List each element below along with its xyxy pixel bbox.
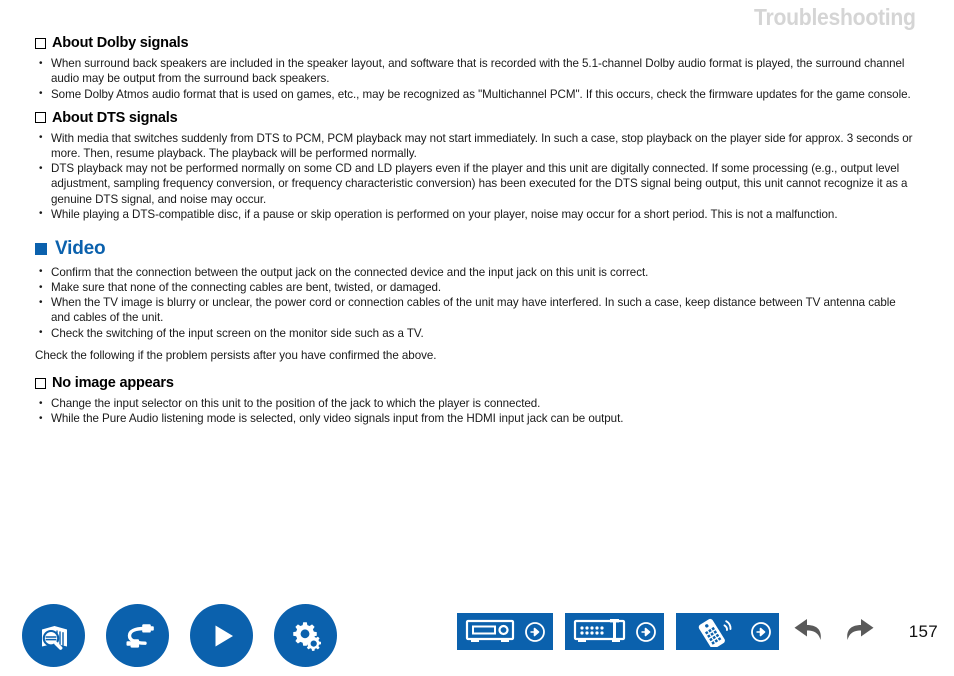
play-icon bbox=[202, 616, 242, 656]
list-item: When surround back speakers are included… bbox=[35, 56, 915, 86]
list-item: When the TV image is blurry or unclear, … bbox=[35, 295, 915, 325]
section-no-image-appears: No image appears Change the input select… bbox=[35, 374, 915, 427]
back-arrow-icon bbox=[787, 614, 827, 652]
book-search-icon bbox=[34, 616, 74, 656]
section-heading: No image appears bbox=[35, 374, 915, 392]
bullet-list: Confirm that the connection between the … bbox=[35, 264, 915, 341]
open-square-bullet-icon bbox=[35, 377, 46, 389]
cable-connections-icon bbox=[118, 616, 158, 656]
list-item: Check the switching of the input screen … bbox=[35, 325, 915, 341]
page-number: 157 bbox=[908, 622, 938, 641]
nav-front-panel-button[interactable] bbox=[457, 613, 553, 650]
open-square-bullet-icon bbox=[35, 112, 46, 124]
section-footnote: Check the following if the problem persi… bbox=[35, 348, 437, 362]
list-item: Confirm that the connection between the … bbox=[35, 264, 915, 280]
nav-remote-controller-button[interactable] bbox=[676, 613, 779, 650]
nav-rear-panel-button[interactable] bbox=[565, 613, 664, 650]
rect-nav-group bbox=[457, 613, 779, 650]
list-item: DTS playback may not be performed normal… bbox=[35, 161, 915, 207]
list-item: Some Dolby Atmos audio format that is us… bbox=[35, 86, 915, 102]
section-heading-label: No image appears bbox=[52, 375, 174, 392]
section-about-dts-signals: About DTS signals With media that switch… bbox=[35, 109, 915, 222]
bullet-list: Change the input selector on this unit t… bbox=[35, 396, 915, 427]
nav-back-button[interactable] bbox=[787, 614, 827, 652]
section-video: Video Confirm that the connection betwee… bbox=[35, 238, 915, 363]
round-nav-group bbox=[22, 604, 337, 667]
nav-connections-button[interactable] bbox=[106, 604, 169, 667]
section-heading: About Dolby signals bbox=[35, 34, 915, 52]
bullet-list: When surround back speakers are included… bbox=[35, 56, 915, 102]
list-item: With media that switches suddenly from D… bbox=[35, 130, 915, 161]
history-nav-group bbox=[787, 614, 881, 652]
gears-setup-icon bbox=[286, 616, 326, 656]
filled-square-bullet-icon bbox=[35, 243, 47, 256]
open-square-bullet-icon bbox=[35, 37, 46, 49]
section-heading: About DTS signals bbox=[35, 109, 915, 127]
list-item: While the Pure Audio listening mode is s… bbox=[35, 411, 915, 426]
forward-arrow-icon bbox=[841, 614, 881, 652]
section-heading-label: Video bbox=[55, 238, 106, 260]
nav-setup-button[interactable] bbox=[274, 604, 337, 667]
nav-index-search-button[interactable] bbox=[22, 604, 85, 667]
nav-playback-button[interactable] bbox=[190, 604, 253, 667]
section-about-dolby-signals: About Dolby signals When surround back s… bbox=[35, 34, 915, 102]
list-item: Change the input selector on this unit t… bbox=[35, 396, 915, 411]
section-heading-label: About DTS signals bbox=[52, 109, 178, 126]
front-panel-icon bbox=[464, 617, 519, 646]
page-content: About Dolby signals When surround back s… bbox=[35, 34, 915, 434]
page-title: Troubleshooting bbox=[754, 4, 916, 30]
list-item: Make sure that none of the connecting ca… bbox=[35, 280, 915, 295]
nav-forward-button[interactable] bbox=[841, 614, 881, 652]
footer-navigation: 157 bbox=[0, 596, 954, 676]
section-heading-label: About Dolby signals bbox=[52, 35, 189, 51]
arrow-circle-icon bbox=[750, 621, 772, 643]
list-item: While playing a DTS-compatible disc, if … bbox=[35, 206, 915, 222]
bullet-list: With media that switches suddenly from D… bbox=[35, 130, 915, 222]
arrow-circle-icon bbox=[635, 621, 657, 643]
section-heading: Video bbox=[35, 238, 915, 261]
remote-controller-icon bbox=[683, 617, 745, 647]
arrow-circle-icon bbox=[524, 621, 546, 643]
rear-panel-icon bbox=[572, 617, 630, 646]
